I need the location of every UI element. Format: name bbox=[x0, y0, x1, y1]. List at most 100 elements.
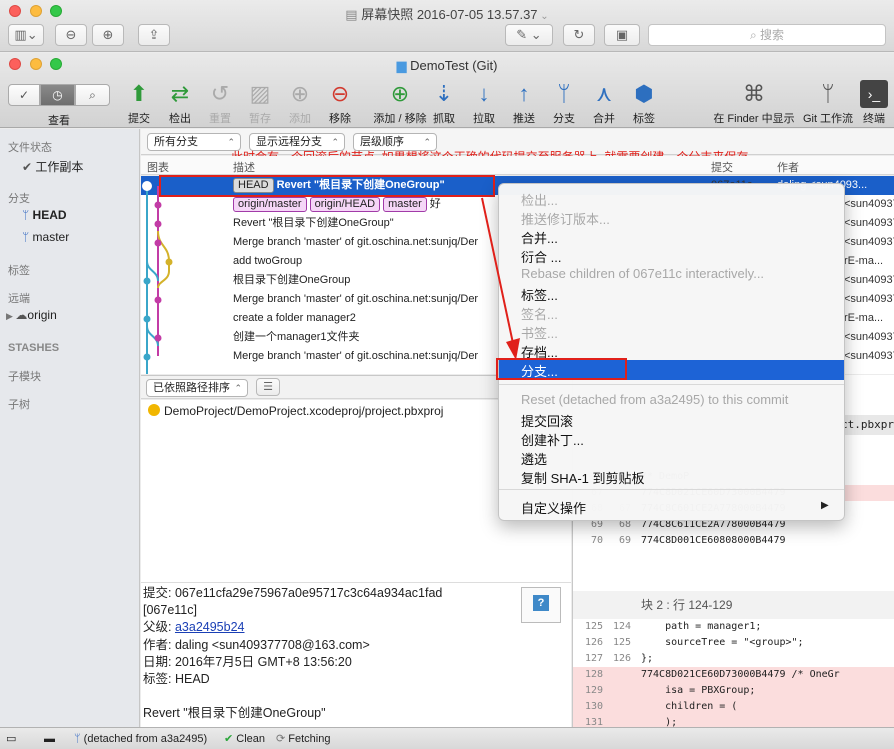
toolbar-button-terminal[interactable]: ›_ 终端 bbox=[856, 80, 892, 126]
commit-message: Revert "根目录下创建OneGroup" bbox=[143, 706, 326, 720]
branch-icon: ᛘ bbox=[74, 733, 81, 745]
bottom-panel-icon[interactable]: ▬ bbox=[44, 728, 55, 749]
commit-description-cell: Merge branch 'master' of git.oschina.net… bbox=[233, 290, 478, 309]
commit-hash[interactable]: 067e11cfa29e75967a0e95717c3c64a934ac1fad bbox=[175, 586, 442, 600]
diff-line-text: 774C8D001CE60808000B4479 bbox=[641, 535, 786, 546]
menu-item[interactable]: 提交回滚 bbox=[521, 411, 573, 430]
zoom-out-icon[interactable]: ⊖ bbox=[55, 24, 87, 46]
view-history-button[interactable]: ◷ bbox=[40, 84, 75, 106]
zoom-in-icon[interactable]: ⊕ bbox=[92, 24, 124, 46]
toolbar-button-finder[interactable]: ⌘ 在 Finder 中显示 bbox=[708, 80, 800, 126]
column-graph[interactable]: 图表 bbox=[147, 159, 169, 175]
toolbar-button-label: 拉取 bbox=[473, 113, 495, 125]
diff-line-number: 129 bbox=[584, 685, 603, 696]
commit-description-cell: add twoGroup bbox=[233, 252, 302, 271]
clock-icon: ◷ bbox=[52, 88, 63, 102]
document-icon: ▤ bbox=[345, 7, 362, 22]
fetch-icon: ⇣ bbox=[434, 81, 454, 106]
preview-search-input[interactable]: ⌕ 搜索 bbox=[648, 24, 886, 46]
diff-line-text: sourceTree = "<group>"; bbox=[641, 637, 804, 648]
toolbar-button-label: 暂存 bbox=[249, 113, 271, 125]
toolbar-button-add[interactable]: ⊕ 添加 bbox=[278, 80, 322, 126]
toolbar-button-commit[interactable]: ⬆ 提交 bbox=[117, 80, 161, 126]
diff-line-number: 126 bbox=[612, 653, 631, 664]
disclosure-triangle-icon[interactable]: ▶ bbox=[6, 311, 15, 321]
share-icon[interactable]: ⇪ bbox=[138, 24, 170, 46]
toolbar-button-push[interactable]: ↑ 推送 bbox=[502, 80, 546, 126]
parent-link[interactable]: a3a2495b24 bbox=[175, 620, 245, 634]
toolbar-button-merge[interactable]: ⋏ 合并 bbox=[582, 80, 626, 126]
diff-line-number: 126 bbox=[584, 637, 603, 648]
toolbar-button-checkout[interactable]: ⇄ 检出 bbox=[158, 80, 202, 126]
commit-short-hash: [067e11c] bbox=[143, 603, 197, 617]
merge-icon: ⋏ bbox=[595, 81, 613, 106]
toolbar-button-fetch[interactable]: ⇣ 抓取 bbox=[422, 80, 466, 126]
toolbar-button-add-remove[interactable]: ⊕ 添加 / 移除 bbox=[370, 80, 430, 126]
sidebar-toggle-icon[interactable]: ▥⌄ bbox=[8, 24, 44, 46]
sidebar-item-master[interactable]: ᛘ master bbox=[22, 230, 69, 244]
toolbar-button-remove[interactable]: ⊖ 移除 bbox=[318, 80, 362, 126]
branch-filter-select[interactable]: 所有分支 bbox=[147, 133, 241, 151]
diff-line-text: children = ( bbox=[641, 701, 738, 712]
menu-item[interactable]: 创建补丁... bbox=[521, 430, 584, 449]
commit-description: Merge branch 'master' of git.oschina.net… bbox=[233, 236, 479, 248]
app-title-text: DemoTest (Git) bbox=[410, 58, 498, 73]
sidebar-panel-icon[interactable]: ▭ bbox=[6, 728, 16, 749]
sidebar-item-label: master bbox=[32, 230, 70, 244]
toolbar-button-stage[interactable]: ▨ 暂存 bbox=[238, 80, 282, 126]
list-view-icon[interactable]: ☰ bbox=[256, 378, 280, 396]
toolbar-button-branch[interactable]: ᛘ 分支 bbox=[542, 80, 586, 126]
commit-description: 创建一个manager1文件夹 bbox=[233, 331, 360, 343]
fetching-status: ⟳ Fetching bbox=[276, 728, 330, 749]
toolbar-button-label: 终端 bbox=[863, 113, 885, 125]
commit-icon: ⬆ bbox=[129, 81, 149, 106]
view-search-button[interactable]: ⌕ bbox=[75, 84, 110, 106]
git-flow-icon: ᛘ bbox=[821, 81, 835, 106]
head-row-highlight-box bbox=[159, 175, 495, 197]
sidebar-item-head[interactable]: ᛘ HEAD bbox=[22, 208, 67, 222]
toolbar-button-label: 推送 bbox=[513, 113, 535, 125]
terminal-icon: ›_ bbox=[860, 80, 888, 108]
menu-item: 推送修订版本... bbox=[521, 212, 610, 227]
tags-label: 标签: bbox=[143, 672, 172, 686]
column-description[interactable]: 描述 bbox=[233, 159, 255, 175]
rotate-icon[interactable]: ↻ bbox=[563, 24, 595, 46]
menu-item[interactable]: 遴选 bbox=[521, 449, 547, 468]
sort-select[interactable]: 已依照路径排序 bbox=[146, 379, 248, 397]
toolbar-button-reset[interactable]: ↺ 重置 bbox=[198, 80, 242, 126]
toolbar-button-git-flow[interactable]: ᛘ Git 工作流 bbox=[800, 80, 856, 126]
diff-line-number: 125 bbox=[584, 621, 603, 632]
column-author[interactable]: 作者 bbox=[777, 159, 799, 175]
commit-description-cell: Merge branch 'master' of git.oschina.net… bbox=[233, 347, 478, 366]
diff-line-text: isa = PBXGroup; bbox=[641, 685, 756, 696]
branch-status-text: (detached from a3a2495) bbox=[83, 733, 208, 745]
branch-icon: ᛘ bbox=[22, 208, 33, 222]
markup-icon[interactable]: ✎ ⌄ bbox=[505, 24, 553, 46]
column-commit[interactable]: 提交 bbox=[711, 159, 733, 175]
diff-line-number: 127 bbox=[584, 653, 603, 664]
menu-item[interactable]: 复制 SHA-1 到剪贴板 bbox=[521, 468, 645, 487]
diff-line: 125 124 path = manager1; bbox=[573, 619, 894, 635]
menu-item[interactable]: 自定义操作 bbox=[521, 498, 586, 517]
cloud-icon: ☁ bbox=[15, 308, 28, 322]
commit-author-cell: rE-ma... bbox=[844, 312, 884, 324]
branch-tag: origin/master bbox=[233, 197, 307, 212]
toolbar-button-tag[interactable]: ⬢ 标签 bbox=[622, 80, 666, 126]
commit-description: Merge branch 'master' of git.oschina.net… bbox=[233, 293, 479, 305]
modified-file-icon bbox=[148, 404, 160, 416]
submenu-arrow-icon: ▶ bbox=[821, 500, 829, 511]
check-circle-icon: ✔ bbox=[22, 160, 36, 174]
branch-tag: master bbox=[383, 197, 427, 212]
commit-author-cell: <sun40937... bbox=[844, 331, 894, 343]
diff-line-number: 128 bbox=[584, 669, 603, 680]
menu-item: Rebase children of 067e11c interactively… bbox=[521, 266, 765, 281]
toolbox-icon[interactable]: ▣ bbox=[604, 24, 640, 46]
toolbar-button-label: 添加 bbox=[289, 113, 311, 125]
diff-line-text: path = manager1; bbox=[641, 621, 762, 632]
diff-line: 128 774C8D021CE60D73000B4479 /* OneGr bbox=[573, 667, 894, 683]
sidebar-item-working-copy[interactable]: ✔ 工作副本 bbox=[22, 158, 83, 175]
branch-icon: ᛘ bbox=[22, 230, 33, 244]
sidebar-item-origin[interactable]: ▶ ☁origin bbox=[6, 308, 57, 322]
toolbar-button-pull[interactable]: ↓ 拉取 bbox=[462, 80, 506, 126]
view-flat-button[interactable]: ✓ bbox=[8, 84, 40, 106]
